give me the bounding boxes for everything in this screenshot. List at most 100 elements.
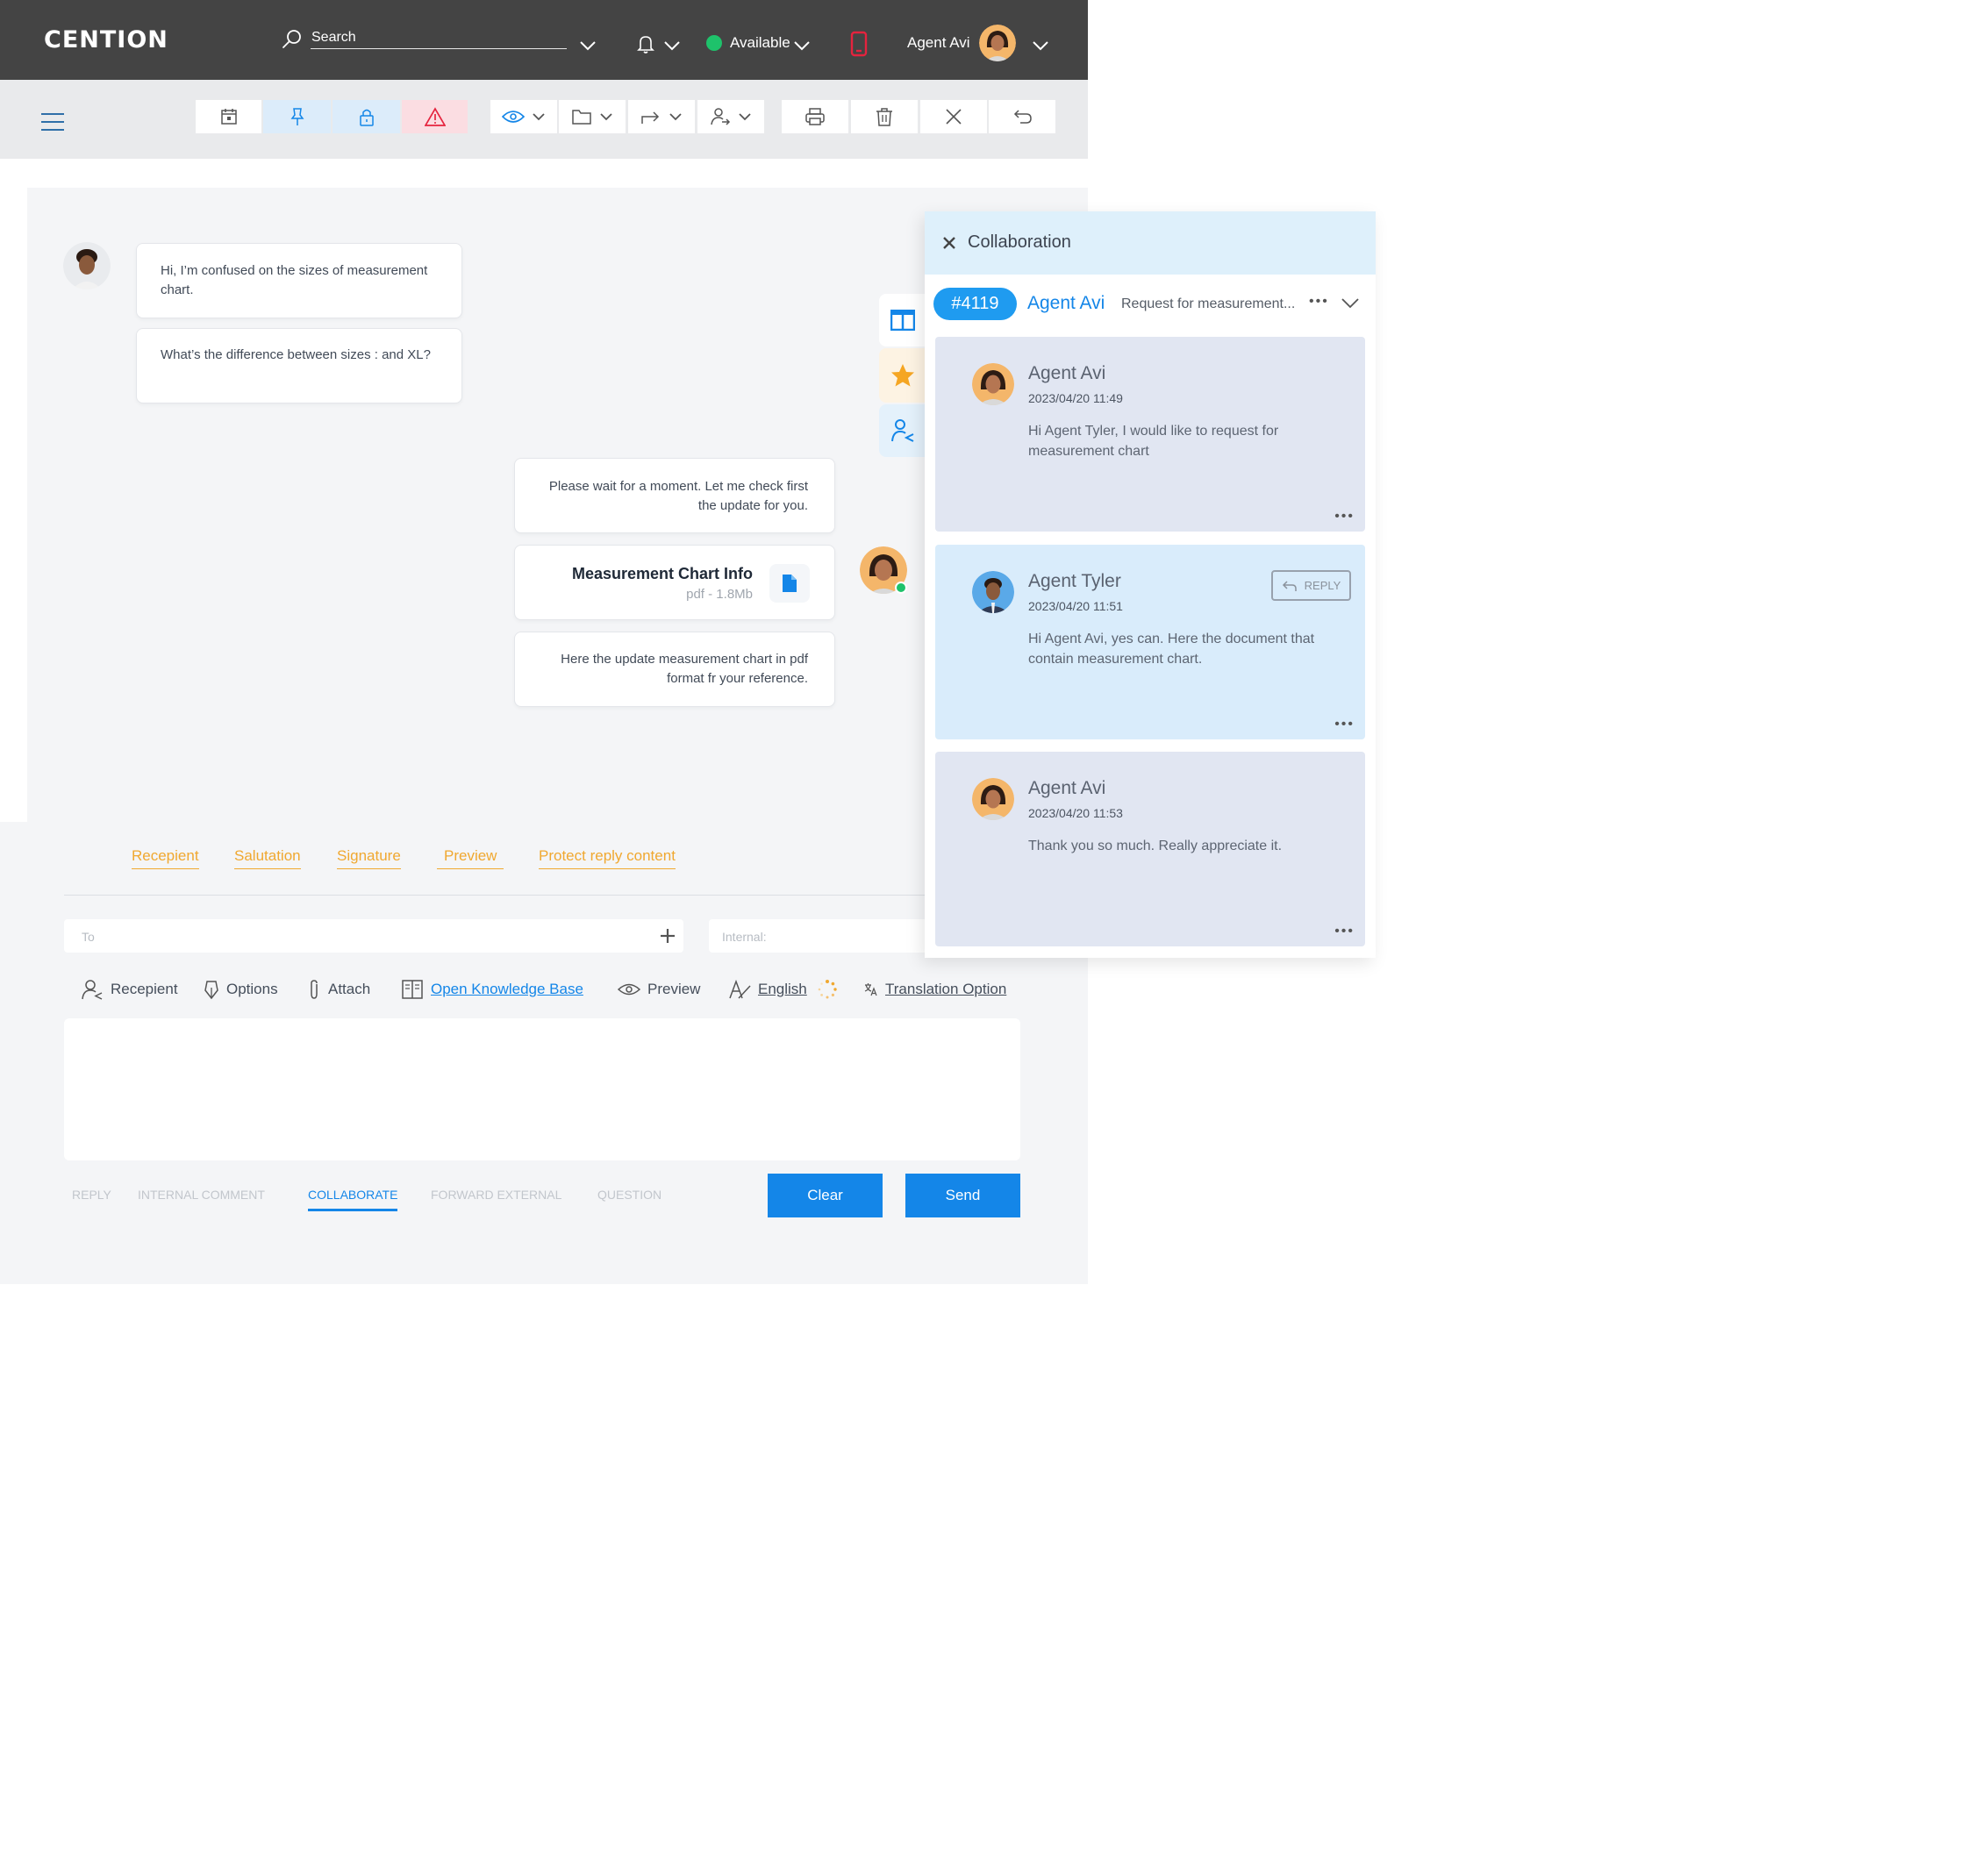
print-icon — [805, 108, 825, 125]
search-input[interactable]: Search — [311, 30, 356, 46]
thread-chevron-down-icon[interactable] — [1341, 297, 1360, 310]
tab-reply[interactable]: REPLY — [72, 1188, 111, 1202]
message-text: Please wait for a moment. Let me check f… — [548, 479, 808, 513]
message-text: Thank you so much. Really appreciate it. — [1028, 839, 1283, 853]
warning-icon — [424, 107, 446, 126]
attach-tool-label: Attach — [328, 981, 371, 997]
to-field[interactable]: To — [64, 919, 683, 953]
tab-collaborate[interactable]: COLLABORATE — [308, 1188, 398, 1211]
language-tool[interactable]: English — [728, 978, 844, 1001]
warning-button[interactable] — [402, 100, 468, 133]
preview-tool[interactable]: Preview — [618, 978, 700, 1001]
tag-protect-reply[interactable]: Protect reply content — [539, 847, 676, 869]
thread-more-icon[interactable]: ••• — [1309, 294, 1329, 310]
preview-tool-label: Preview — [647, 981, 701, 997]
delete-button[interactable] — [851, 100, 918, 133]
attachment-bubble[interactable]: Measurement Chart Info pdf - 1.8Mb — [514, 545, 835, 620]
message-timestamp: 2023/04/20 11:49 — [1028, 391, 1123, 405]
spellcheck-icon — [729, 979, 751, 999]
top-bar: CENTION Search Available Agent Avi — [0, 0, 1088, 80]
agent-chat-avatar — [860, 546, 907, 594]
options-tool[interactable]: Options — [204, 978, 278, 1001]
agent-avatar[interactable] — [979, 25, 1016, 61]
favorite-button[interactable] — [879, 348, 926, 403]
send-button[interactable]: Send — [905, 1174, 1020, 1217]
tag-preview[interactable]: Preview — [437, 847, 504, 869]
translation-tool[interactable]: Translation Option — [864, 978, 1006, 1001]
eye-icon — [502, 111, 525, 123]
print-button[interactable] — [782, 100, 848, 133]
lock-button[interactable] — [333, 100, 400, 133]
add-recipient-icon[interactable] — [660, 928, 676, 944]
delete-icon — [876, 108, 892, 126]
recepient-tool[interactable]: Recepient — [81, 978, 178, 1001]
clear-button[interactable]: Clear — [768, 1174, 883, 1217]
knowledge-base-link[interactable]: Open Knowledge Base — [431, 981, 583, 998]
notification-chevron-icon[interactable] — [663, 40, 681, 51]
message-text: Hi Agent Tyler, I would like to request … — [1028, 424, 1279, 459]
status-dot — [706, 35, 722, 51]
collaboration-panel: Collaboration #4119 Agent Avi Request fo… — [925, 211, 1376, 958]
folder-button[interactable] — [559, 100, 626, 133]
reply-button-label: REPLY — [1304, 579, 1341, 592]
calendar-button[interactable] — [196, 100, 261, 133]
customer-avatar — [63, 242, 111, 289]
customer-message-bubble: What’s the difference between sizes : an… — [136, 328, 462, 403]
search-dropdown-chevron-icon[interactable] — [579, 40, 597, 51]
attach-tool[interactable]: Attach — [307, 978, 370, 1001]
options-tool-label: Options — [226, 981, 278, 997]
split-view-button[interactable] — [879, 294, 926, 346]
undo-button[interactable] — [989, 100, 1055, 133]
collaboration-title: Collaboration — [968, 232, 1071, 252]
forward-button[interactable] — [628, 100, 695, 133]
agent-message-bubble: Please wait for a moment. Let me check f… — [514, 458, 835, 533]
collaborators-button[interactable] — [879, 404, 926, 457]
tag-recepient[interactable]: Recepient — [132, 847, 199, 869]
loading-spinner-icon — [818, 980, 837, 999]
message-more-icon[interactable]: ••• — [1334, 509, 1355, 525]
close-panel-icon[interactable] — [942, 236, 956, 250]
message-editor[interactable] — [64, 1018, 1020, 1160]
lock-icon — [359, 109, 374, 126]
search-icon[interactable] — [281, 28, 304, 51]
status-chevron-icon[interactable] — [793, 40, 811, 51]
split-view-icon — [890, 310, 915, 331]
message-author: Agent Avi — [1028, 778, 1106, 798]
status-label[interactable]: Available — [730, 34, 790, 52]
agent-tyler-avatar — [972, 571, 1014, 613]
assign-button[interactable] — [697, 100, 764, 133]
agent-avi-avatar — [972, 363, 1014, 405]
reply-button[interactable]: REPLY — [1271, 570, 1351, 601]
message-text: What’s the difference between sizes : an… — [161, 347, 431, 362]
tab-question[interactable]: QUESTION — [597, 1188, 661, 1202]
message-more-icon[interactable]: ••• — [1334, 924, 1355, 939]
tab-internal-comment[interactable]: INTERNAL COMMENT — [138, 1188, 265, 1202]
language-selector[interactable]: English — [758, 981, 807, 998]
tag-signature[interactable]: Signature — [337, 847, 401, 869]
message-more-icon[interactable]: ••• — [1334, 717, 1355, 732]
notification-bell-icon[interactable] — [636, 33, 655, 54]
star-icon — [891, 364, 914, 387]
chevron-down-icon — [739, 113, 751, 121]
customer-message-bubble: Hi, I’m confused on the sizes of measure… — [136, 243, 462, 318]
knowledge-base-tool[interactable]: Open Knowledge Base — [401, 978, 583, 1001]
internal-field[interactable]: Internal: — [709, 919, 937, 953]
phone-icon[interactable] — [850, 31, 868, 57]
user-icon — [82, 980, 103, 1000]
message-text: Hi Agent Avi, yes can. Here the document… — [1028, 632, 1315, 667]
ticket-badge[interactable]: #4119 — [933, 288, 1017, 320]
thread-agent-name: Agent Avi — [1027, 293, 1105, 313]
tag-salutation[interactable]: Salutation — [234, 847, 301, 869]
message-text: Here the update measurement chart in pdf… — [561, 652, 808, 686]
agent-menu-chevron-icon[interactable] — [1032, 40, 1049, 51]
tab-forward-external[interactable]: FORWARD EXTERNAL — [431, 1188, 561, 1202]
close-ticket-button[interactable] — [920, 100, 987, 133]
pin-button[interactable] — [263, 100, 331, 133]
collaborate-user-icon — [891, 419, 914, 442]
collab-message-card: Agent Tyler 2023/04/20 11:51 Hi Agent Av… — [935, 545, 1365, 739]
hamburger-menu-icon[interactable] — [41, 112, 64, 132]
visibility-button[interactable] — [490, 100, 557, 133]
attachment-title[interactable]: Measurement Chart Info — [572, 564, 753, 583]
translation-option-link[interactable]: Translation Option — [885, 981, 1006, 998]
agent-name[interactable]: Agent Avi — [907, 34, 970, 52]
